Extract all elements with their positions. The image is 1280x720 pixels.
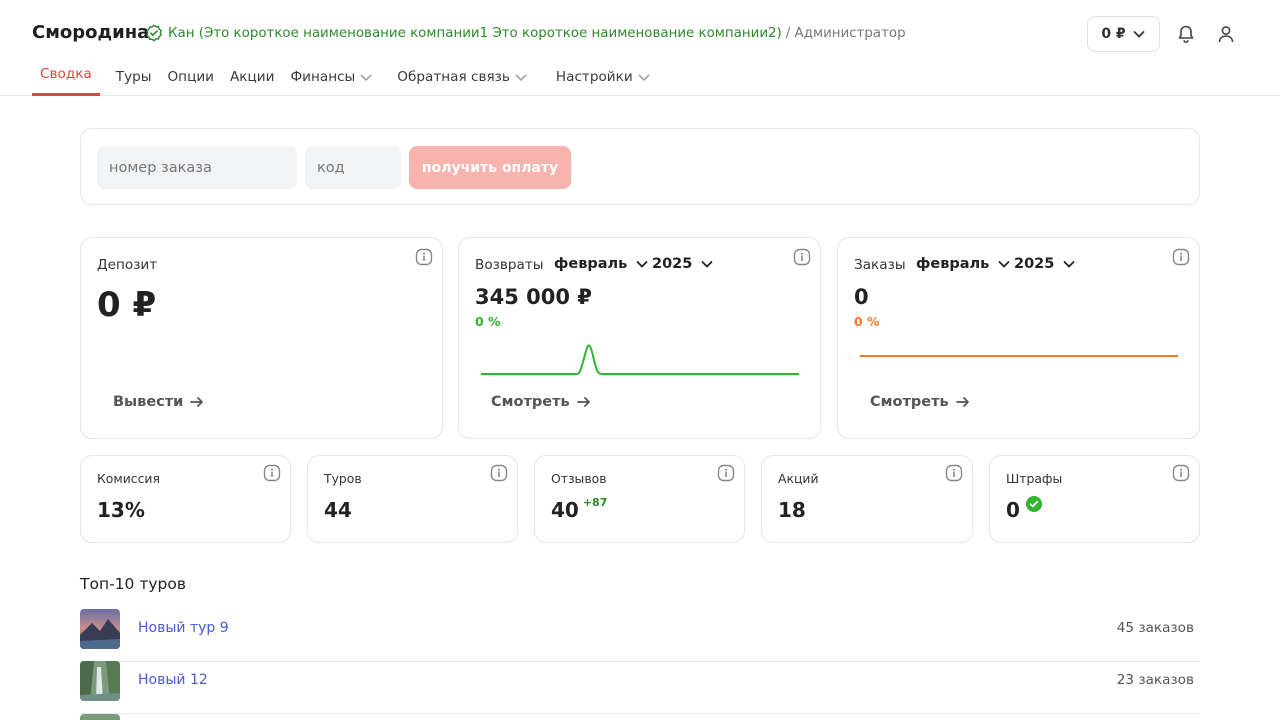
info-icon[interactable] [263, 464, 281, 482]
tour-order-count: 23 заказов [1116, 672, 1194, 688]
withdraw-button[interactable]: Вывести [113, 394, 205, 410]
info-icon[interactable] [793, 248, 811, 266]
info-icon[interactable] [415, 248, 433, 266]
nav-summary[interactable]: Сводка [32, 58, 100, 96]
tour-thumbnail [80, 714, 120, 720]
chevron-down-icon [1063, 261, 1075, 268]
stat-value: 0 [1006, 496, 1042, 522]
deposit-card: Депозит 0 ₽ Вывести [80, 237, 443, 439]
returns-value: 345 000 ₽ [475, 285, 592, 309]
returns-view-button[interactable]: Смотреть [491, 394, 592, 410]
stat-title: Акций [778, 471, 819, 486]
chevron-down-icon [1133, 31, 1145, 38]
nav-tours[interactable]: Туры [108, 58, 160, 96]
tour-thumbnail [80, 609, 120, 649]
stat-value: 18 [778, 498, 806, 522]
info-icon[interactable] [945, 464, 963, 482]
stat-title: Штрафы [1006, 471, 1063, 486]
stat-title: Комиссия [97, 471, 160, 486]
reviews-delta: +87 [582, 496, 608, 509]
chevron-down-icon [701, 261, 713, 268]
chevron-down-icon [360, 74, 372, 82]
orders-value: 0 [854, 285, 869, 309]
balance-dropdown[interactable]: 0 ₽ [1087, 16, 1160, 52]
stat-title: Отзывов [551, 471, 607, 486]
nav-finance[interactable]: Финансы [282, 58, 381, 96]
notification-bell-icon[interactable] [1176, 24, 1196, 44]
deposit-title: Депозит [97, 257, 158, 273]
returns-year-select[interactable]: 2025 [652, 256, 714, 272]
orders-year-select[interactable]: 2025 [1014, 256, 1076, 272]
stat-promos: Акций 18 [761, 455, 973, 543]
user-profile-icon[interactable] [1216, 24, 1236, 44]
arrow-right-icon [576, 397, 590, 407]
info-icon[interactable] [717, 464, 735, 482]
stat-fines: Штрафы 0 [989, 455, 1200, 543]
orders-month-select[interactable]: февраль [916, 256, 1011, 272]
chevron-down-icon [638, 74, 650, 82]
stat-commission: Комиссия 13% [80, 455, 291, 543]
chevron-down-icon [998, 261, 1010, 268]
chevron-down-icon [636, 261, 648, 268]
arrow-right-icon [190, 397, 204, 407]
nav-settings[interactable]: Настройки [548, 58, 659, 96]
chevron-down-icon [515, 74, 527, 82]
returns-title: Возвраты [475, 257, 544, 273]
tour-row: Новый 12 23 заказов [80, 661, 1200, 714]
tour-thumbnail [80, 661, 120, 701]
tour-order-count: 45 заказов [1116, 620, 1194, 636]
arrow-right-icon [955, 397, 969, 407]
info-icon[interactable] [1172, 464, 1190, 482]
top-header: Смородина Кан (Это короткое наименование… [0, 0, 1280, 96]
user-role: / Администратор [785, 25, 906, 41]
main-nav: Сводка Туры Опции Акции Финансы Обратная… [32, 58, 659, 96]
nav-promos[interactable]: Акции [222, 58, 282, 96]
returns-card: Возвраты февраль 2025 345 000 ₽ 0 % Смот… [458, 237, 821, 439]
brand-logo[interactable]: Смородина [32, 22, 149, 43]
orders-sparkline [860, 355, 1178, 357]
tour-row: Новый тур 9 45 заказов [80, 609, 1200, 662]
info-icon[interactable] [1172, 248, 1190, 266]
orders-view-button[interactable]: Смотреть [870, 394, 971, 410]
get-payment-button[interactable]: получить оплату [409, 146, 571, 189]
tour-name-link[interactable]: Новый 12 [138, 672, 208, 688]
code-input[interactable] [305, 146, 401, 189]
top-tours-title: Топ-10 туров [80, 575, 186, 593]
nav-options[interactable]: Опции [159, 58, 222, 96]
order-number-input[interactable] [97, 146, 297, 189]
stat-value: 13% [97, 498, 145, 522]
stat-value: 40 +87 [551, 496, 608, 522]
company-info: Кан (Это короткое наименование компании1… [145, 24, 906, 42]
verified-check-icon [146, 24, 162, 42]
stat-title: Туров [324, 471, 362, 486]
stat-reviews: Отзывов 40 +87 [534, 455, 745, 543]
tour-name-link[interactable]: Новый тур 9 [138, 620, 229, 636]
info-icon[interactable] [490, 464, 508, 482]
balance-value: 0 ₽ [1101, 26, 1126, 42]
returns-percent: 0 % [475, 314, 501, 329]
deposit-value: 0 ₽ [97, 285, 157, 325]
orders-title: Заказы [854, 257, 906, 273]
stat-tours: Туров 44 [307, 455, 518, 543]
stat-value: 44 [324, 498, 352, 522]
returns-month-select[interactable]: февраль [554, 256, 649, 272]
company-name[interactable]: Кан (Это короткое наименование компании1… [168, 26, 782, 41]
returns-sparkline [481, 344, 799, 375]
orders-percent: 0 % [854, 314, 880, 329]
success-check-icon [1025, 496, 1042, 512]
orders-card: Заказы февраль 2025 0 0 % Смотреть [837, 237, 1200, 439]
nav-feedback[interactable]: Обратная связь [389, 58, 536, 96]
payment-panel: получить оплату [80, 128, 1200, 205]
